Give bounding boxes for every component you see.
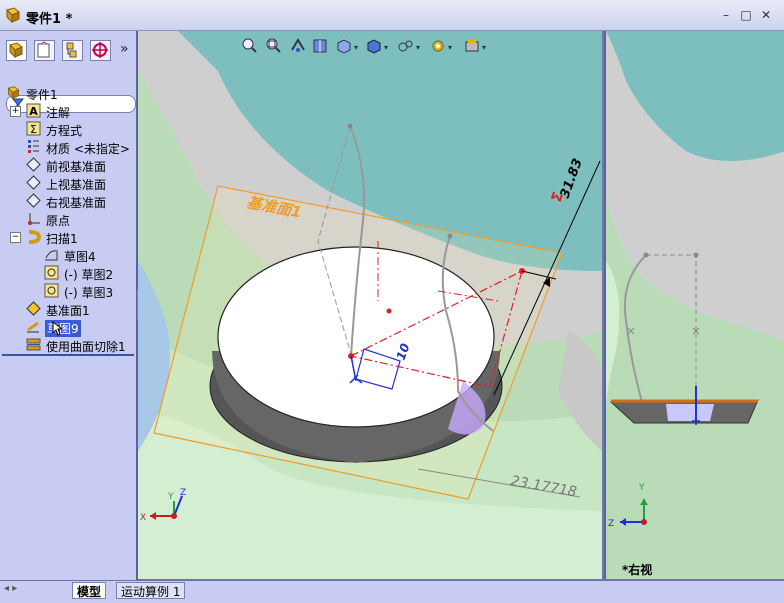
tab-scroll-icon[interactable]: ◂ ▸ bbox=[4, 583, 17, 594]
svg-text:X: X bbox=[140, 513, 146, 523]
plane-icon bbox=[26, 193, 41, 208]
tab-motion-study[interactable]: 运动算例 1 bbox=[116, 582, 186, 599]
section-view-icon[interactable] bbox=[313, 39, 327, 53]
tree-item-sweep[interactable]: − 扫描1 bbox=[0, 228, 136, 246]
right-view-label: *右视 bbox=[622, 562, 652, 577]
surface-cut-icon bbox=[26, 338, 41, 351]
feature-tree-tab-icon[interactable] bbox=[6, 40, 27, 61]
tree-item-label-selected: 草图9 bbox=[45, 320, 81, 337]
display-style-icon[interactable] bbox=[367, 39, 381, 54]
svg-text:Z: Z bbox=[180, 488, 186, 498]
collapse-icon[interactable]: − bbox=[10, 232, 21, 243]
svg-text:▾: ▾ bbox=[384, 43, 388, 52]
plane-icon bbox=[26, 157, 41, 172]
tree-item-right-plane[interactable]: 右视基准面 bbox=[0, 192, 136, 210]
mouse-cursor-icon bbox=[52, 321, 62, 336]
tree-item-label: 原点 bbox=[46, 214, 71, 228]
equation-icon: Σ bbox=[26, 121, 41, 136]
plane-icon bbox=[26, 301, 41, 316]
origin-icon bbox=[28, 213, 40, 225]
tab-model[interactable]: 模型 bbox=[72, 582, 107, 599]
right-view: Y Z *右视 bbox=[606, 31, 784, 579]
tree-item-label: 草图4 bbox=[64, 250, 96, 264]
tree-item-label: 方程式 bbox=[46, 124, 83, 138]
tree-item-origin[interactable]: 原点 bbox=[0, 210, 136, 228]
model-view: ▾ ▾ ▾ ▾ ▾ 基准面1 10 31.83 Σ 23.17718 X Y Z bbox=[138, 31, 602, 579]
svg-text:▾: ▾ bbox=[416, 43, 420, 52]
tree-item-label: 右视基准面 bbox=[46, 196, 107, 210]
tree-item-label: 基准面1 bbox=[46, 304, 90, 318]
part-icon bbox=[7, 86, 20, 100]
svg-text:Y: Y bbox=[638, 483, 645, 493]
svg-text:Y: Y bbox=[167, 492, 174, 502]
svg-text:Z: Z bbox=[608, 519, 614, 529]
tree-root-label: 零件1 bbox=[26, 88, 58, 102]
minimize-icon[interactable]: – bbox=[720, 9, 732, 21]
tree-item-label: 使用曲面切除1 bbox=[46, 340, 126, 354]
tree-item-material[interactable]: 材质 <未指定> bbox=[0, 138, 136, 156]
graphics-viewport[interactable]: ▾ ▾ ▾ ▾ ▾ 基准面1 10 31.83 Σ 23.17718 X Y Z bbox=[138, 31, 602, 579]
svg-text:▾: ▾ bbox=[448, 43, 452, 52]
tree-item-label: 前视基准面 bbox=[46, 160, 107, 174]
sketch-icon bbox=[45, 250, 58, 261]
sketch-icon bbox=[27, 321, 39, 333]
plane-icon bbox=[26, 175, 41, 190]
tree-item-top-plane[interactable]: 上视基准面 bbox=[0, 174, 136, 192]
svg-text:Σ: Σ bbox=[30, 123, 37, 136]
right-viewport[interactable]: Y Z *右视 bbox=[604, 31, 784, 579]
tree-item-label: 注解 bbox=[46, 106, 71, 120]
tree-item-annotations[interactable]: + A 注解 bbox=[0, 102, 136, 120]
part-icon bbox=[6, 7, 20, 24]
tree-item-sketch4[interactable]: 草图4 bbox=[0, 246, 136, 264]
tree-item-label: 上视基准面 bbox=[46, 178, 107, 192]
tree-item-label: 材质 <未指定> bbox=[46, 142, 130, 156]
tree-item-label: (-) 草图2 bbox=[64, 268, 114, 282]
svg-text:▾: ▾ bbox=[354, 43, 358, 52]
tree-root-part[interactable]: 零件1 bbox=[0, 84, 136, 102]
property-manager-tab-icon[interactable] bbox=[34, 40, 55, 61]
sketch-icon bbox=[44, 265, 59, 280]
tree-item-sketch2[interactable]: (-) 草图2 bbox=[0, 264, 136, 282]
bottom-tab-bar: ◂ ▸ 模型 运动算例 1 bbox=[0, 580, 784, 603]
expand-icon[interactable]: + bbox=[10, 106, 21, 117]
svg-text:A: A bbox=[29, 105, 38, 118]
tree-item-sketch9[interactable]: 草图9 bbox=[0, 318, 136, 337]
expand-panel-icon[interactable]: » bbox=[120, 41, 129, 57]
maximize-icon[interactable]: □ bbox=[740, 9, 752, 21]
title-bar: 零件1 * – □ ✕ bbox=[0, 0, 784, 31]
tree-item-plane1[interactable]: 基准面1 bbox=[0, 300, 136, 318]
feature-manager-panel: » 零件1 + A 注解 Σ 方程式 材质 <未指定> 前视基准面 上视基准面 … bbox=[0, 31, 138, 580]
configuration-manager-tab-icon[interactable] bbox=[62, 40, 83, 61]
tree-item-surface-cut[interactable]: 使用曲面切除1 bbox=[0, 336, 136, 354]
material-icon bbox=[28, 140, 39, 153]
tree-item-sketch3[interactable]: (-) 草图3 bbox=[0, 282, 136, 300]
dimxpert-tab-icon[interactable] bbox=[90, 40, 111, 61]
tree-item-front-plane[interactable]: 前视基准面 bbox=[0, 156, 136, 174]
svg-text:▾: ▾ bbox=[482, 43, 486, 52]
sweep-icon bbox=[28, 230, 41, 244]
tree-item-equations[interactable]: Σ 方程式 bbox=[0, 120, 136, 138]
tree-item-label: (-) 草图3 bbox=[64, 286, 114, 300]
window-title: 零件1 * bbox=[26, 12, 73, 27]
close-icon[interactable]: ✕ bbox=[760, 9, 772, 21]
rollback-bar[interactable] bbox=[2, 354, 134, 356]
view-orientation-icon[interactable] bbox=[337, 39, 351, 54]
sketch-icon bbox=[44, 283, 59, 298]
tree-item-label: 扫描1 bbox=[46, 232, 78, 246]
edit-appearance-icon[interactable] bbox=[432, 40, 444, 52]
apply-scene-icon[interactable] bbox=[465, 40, 479, 52]
annotation-icon: A bbox=[26, 103, 41, 118]
